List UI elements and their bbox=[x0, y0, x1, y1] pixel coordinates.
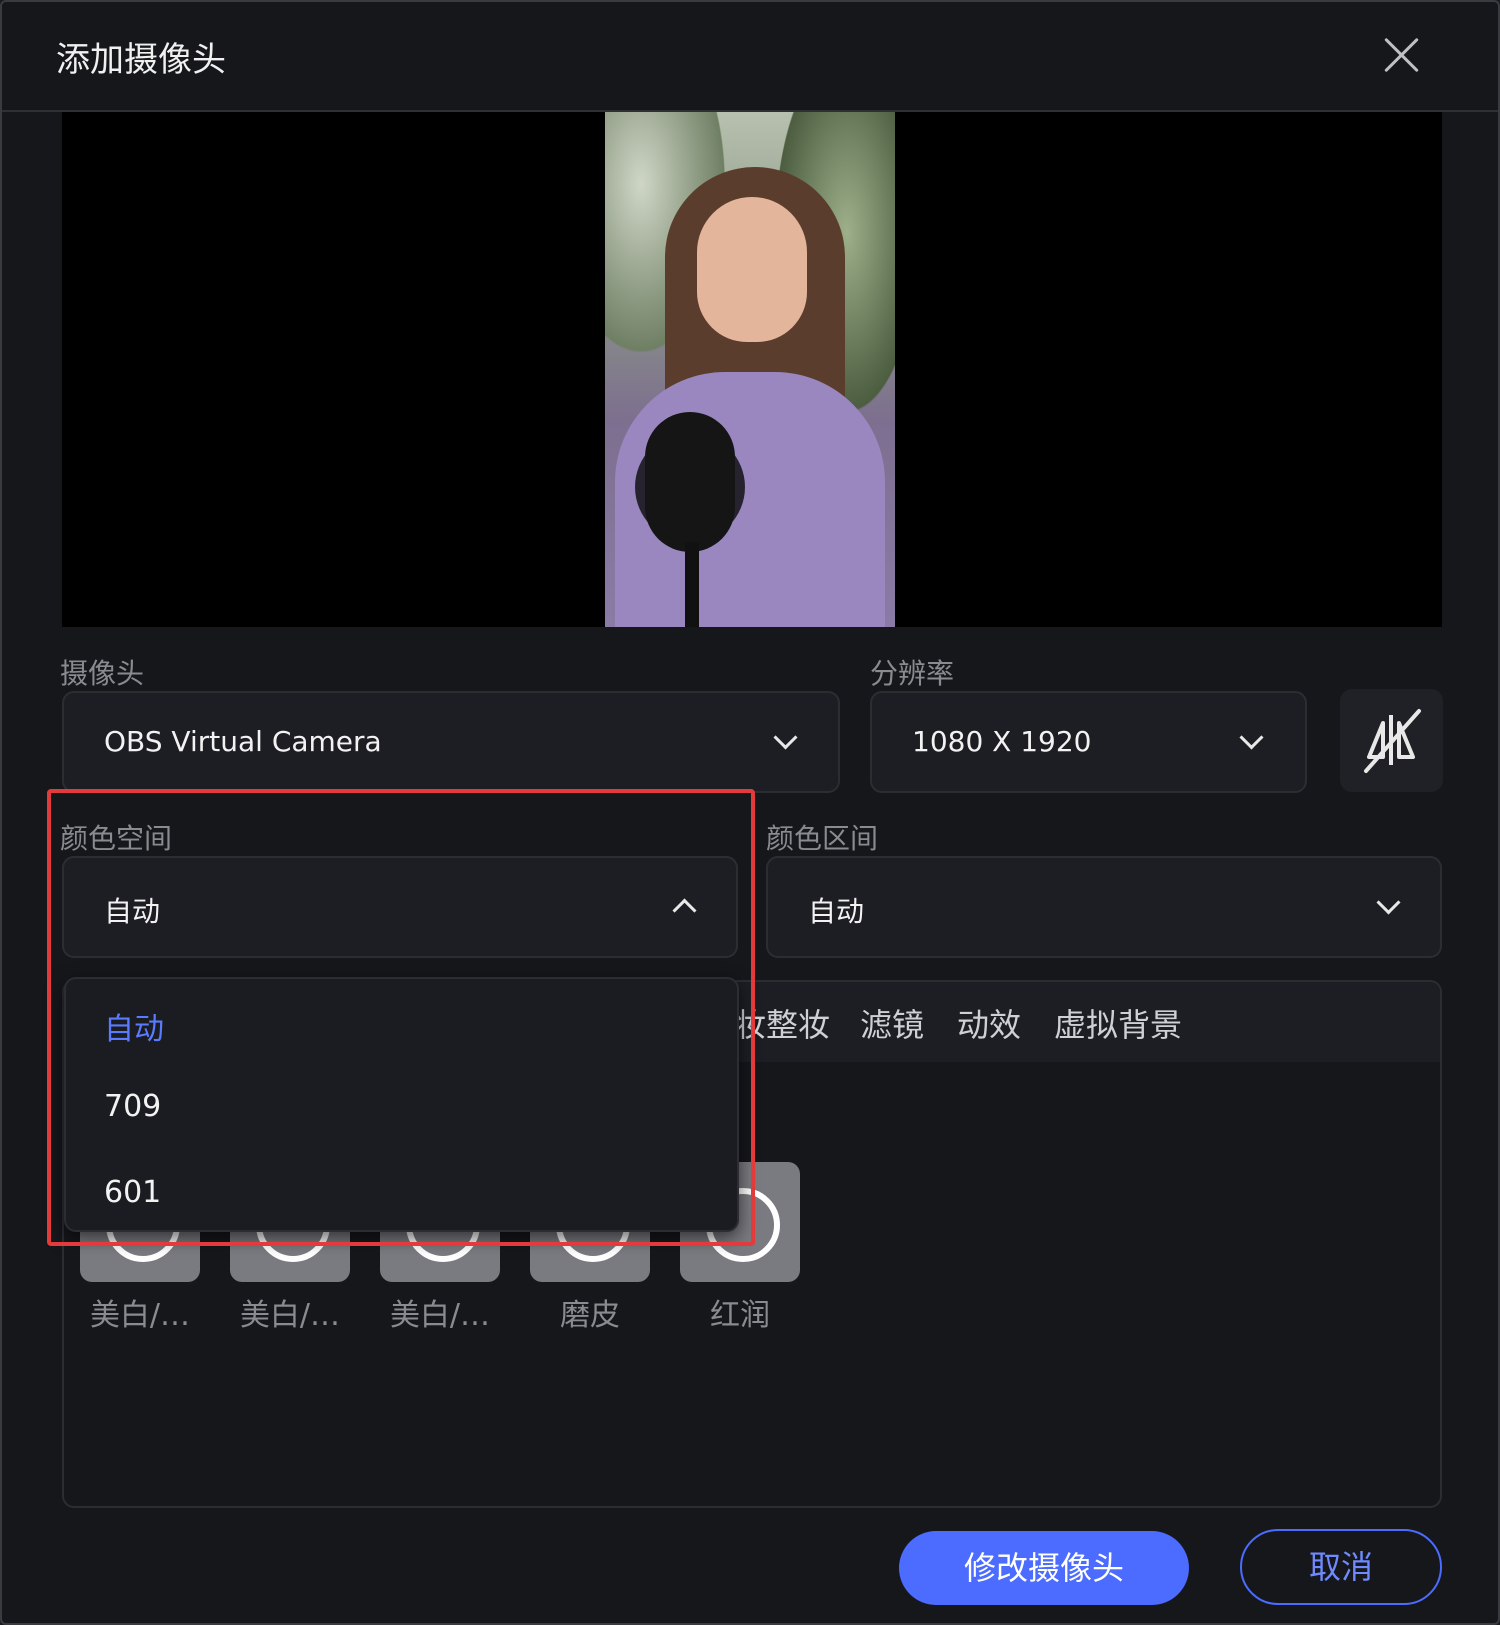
color-space-label: 颜色空间 bbox=[60, 822, 173, 855]
color-range-select-value: 自动 bbox=[808, 895, 865, 928]
resolution-label: 分辨率 bbox=[870, 657, 955, 690]
tab-motion-effects[interactable]: 动效 bbox=[957, 1000, 1021, 1046]
color-space-option-601[interactable]: 601 bbox=[104, 1175, 161, 1210]
cancel-button[interactable]: 取消 bbox=[1240, 1529, 1442, 1605]
dialog-titlebar: 添加摄像头 bbox=[2, 2, 1498, 112]
effect-rosy-label: 红润 bbox=[710, 1298, 770, 1333]
preview-mic-stand bbox=[685, 542, 699, 627]
camera-select-value: OBS Virtual Camera bbox=[104, 725, 382, 758]
resolution-select-value: 1080 X 1920 bbox=[912, 725, 1092, 758]
chevron-down-icon bbox=[773, 725, 798, 750]
camera-select[interactable]: OBS Virtual Camera bbox=[62, 691, 840, 793]
chevron-down-icon bbox=[1376, 890, 1401, 915]
preview-microphone bbox=[645, 412, 735, 552]
mirror-button[interactable] bbox=[1340, 689, 1443, 792]
color-space-dropdown: 自动 709 601 bbox=[64, 977, 739, 1232]
color-space-option-auto[interactable]: 自动 bbox=[104, 1004, 164, 1048]
add-camera-dialog: 添加摄像头 摄像头 OBS Virtual Camera 分辨率 1080 X … bbox=[0, 0, 1500, 1625]
close-icon[interactable] bbox=[1382, 34, 1422, 74]
resolution-select[interactable]: 1080 X 1920 bbox=[870, 691, 1307, 793]
effect-whitening-1-label: 美白/… bbox=[89, 1298, 191, 1333]
color-range-label: 颜色区间 bbox=[766, 822, 879, 855]
modify-camera-button[interactable]: 修改摄像头 bbox=[899, 1531, 1189, 1605]
camera-preview-image bbox=[605, 112, 895, 627]
effect-smoothing-label: 磨皮 bbox=[560, 1298, 620, 1333]
camera-label: 摄像头 bbox=[60, 657, 145, 690]
color-range-select[interactable]: 自动 bbox=[766, 856, 1442, 958]
dialog-title: 添加摄像头 bbox=[56, 40, 226, 80]
color-space-select[interactable]: 自动 bbox=[62, 856, 738, 958]
effect-whitening-3-label: 美白/… bbox=[389, 1298, 491, 1333]
color-space-option-709[interactable]: 709 bbox=[104, 1089, 161, 1124]
tab-virtual-background[interactable]: 虚拟背景 bbox=[1054, 1000, 1182, 1046]
tab-makeup[interactable]: 妆整妆 bbox=[734, 1000, 830, 1046]
preview-person-face bbox=[697, 197, 807, 342]
mirror-flip-icon bbox=[1364, 709, 1421, 773]
camera-preview bbox=[62, 112, 1442, 627]
chevron-up-icon bbox=[672, 898, 697, 923]
chevron-down-icon bbox=[1239, 725, 1264, 750]
effect-whitening-2-label: 美白/… bbox=[239, 1298, 341, 1333]
tab-filter[interactable]: 滤镜 bbox=[860, 1000, 924, 1046]
color-space-select-value: 自动 bbox=[104, 895, 161, 928]
